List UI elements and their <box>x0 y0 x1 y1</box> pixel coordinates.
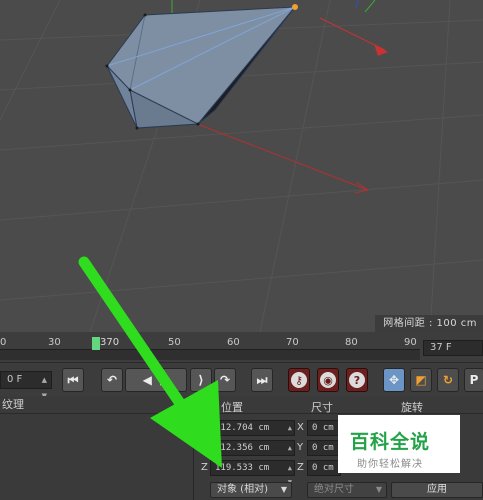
watermark: 百科全说 助你轻松解决 <box>338 415 460 473</box>
scale-tool-icon[interactable]: ◩ <box>410 368 432 392</box>
size-y-field[interactable]: 0 cm <box>307 440 341 456</box>
position-y-value: 112.356 cm <box>215 443 270 453</box>
position-y-field[interactable]: 112.356 cm ▲▼ <box>210 440 295 466</box>
p-tool-icon[interactable]: P <box>464 368 483 392</box>
size-mode-value: 绝对尺寸 <box>314 484 354 495</box>
transport-bar: 0 F ▲▼ ⏮ ↶ ◀ ▶ ⟩ ↷ ⏭ ⚷ ◉ ? ✥ ◩ ↻ P <box>0 362 483 400</box>
material-panel-title: 纹理 <box>0 396 193 414</box>
gizmo-z-axis <box>355 0 359 9</box>
timeline-ruler[interactable]: 0 30 50 60 70 80 90 370 <box>0 332 420 362</box>
previous-key-icon[interactable]: ↶ <box>101 368 123 392</box>
go-to-start-icon[interactable]: ⏮ <box>62 368 84 392</box>
keyframe-help-icon[interactable]: ? <box>346 368 368 392</box>
start-frame-field[interactable]: 0 F ▲▼ <box>0 371 52 400</box>
watermark-subtitle: 助你轻松解决 <box>357 459 423 470</box>
chevron-down-icon: ▼ <box>375 485 382 494</box>
start-frame-value: 0 F <box>7 374 23 385</box>
axis-label: Z <box>201 462 208 473</box>
position-header: 位置 <box>221 401 243 414</box>
grip-icon[interactable]: ▒ <box>201 399 208 409</box>
coordinate-mode-dropdown[interactable]: 对象 (相对) ▼ <box>210 482 292 498</box>
play-backward-forward-group[interactable]: ◀ ▶ <box>125 368 187 392</box>
gizmo-x-arrow[interactable] <box>374 44 388 56</box>
playhead-marker[interactable] <box>92 337 100 350</box>
tick-label: 0 <box>0 337 7 348</box>
grid-spacing-readout: 网格间距 : 100 cm <box>375 315 483 332</box>
rotation-header: 旋转 <box>401 401 423 414</box>
watermark-title: 百科全说 <box>350 431 431 453</box>
size-y-value: 0 cm <box>312 443 334 453</box>
polygon-object[interactable] <box>105 4 299 130</box>
tick-label: 70 <box>286 337 299 348</box>
position-z-field[interactable]: 119.533 cm ▲▼ <box>210 460 295 486</box>
timeline-track[interactable] <box>0 349 420 360</box>
material-panel: 纹理 <box>0 396 194 500</box>
chevron-down-icon: ▼ <box>280 485 287 494</box>
next-frame-icon[interactable]: ⟩ <box>190 368 212 392</box>
auto-key-icon[interactable]: ◉ <box>317 368 339 392</box>
go-to-end-icon[interactable]: ⏭ <box>251 368 273 392</box>
coordinates-header: ▒ 位置 尺寸 旋转 <box>195 396 483 414</box>
tick-label: 80 <box>345 337 358 348</box>
3d-viewport[interactable]: 网格间距 : 100 cm <box>0 0 483 332</box>
apply-button[interactable]: 应用 <box>391 482 483 498</box>
cinema4d-window: 网格间距 : 100 cm 0 30 50 60 70 80 90 370 37… <box>0 0 483 500</box>
tick-label: 30 <box>48 337 61 348</box>
current-frame-field[interactable]: 37 F <box>423 340 483 356</box>
move-tool-icon[interactable]: ✥ <box>383 368 405 392</box>
rotate-tool-icon[interactable]: ↻ <box>437 368 459 392</box>
size-z-value: 0 cm <box>312 463 334 473</box>
next-key-icon[interactable]: ↷ <box>214 368 236 392</box>
axis-label: Z <box>297 462 304 473</box>
coordinate-mode-value: 对象 (相对) <box>217 484 268 495</box>
size-header: 尺寸 <box>311 401 333 414</box>
viewport-canvas[interactable] <box>0 0 483 332</box>
current-frame-label: 370 <box>100 337 120 348</box>
play-backward-icon[interactable]: ◀ <box>143 373 152 387</box>
position-z-value: 119.533 cm <box>215 463 270 473</box>
record-key-icon[interactable]: ⚷ <box>288 368 310 392</box>
position-x-value: 112.704 cm <box>215 423 270 433</box>
tick-label: 60 <box>227 337 240 348</box>
timeline[interactable]: 0 30 50 60 70 80 90 370 37 F <box>0 332 483 362</box>
axis-label: Y <box>297 442 304 453</box>
selected-point[interactable] <box>292 4 298 10</box>
size-x-value: 0 cm <box>312 423 334 433</box>
size-z-field[interactable]: 0 cm <box>307 460 341 476</box>
x-axis-line <box>199 124 369 191</box>
size-mode-dropdown[interactable]: 绝对尺寸 ▼ <box>307 482 387 498</box>
tick-label: 90 <box>404 337 417 348</box>
position-x-field[interactable]: 112.704 cm ▲▼ <box>210 420 295 446</box>
axis-label: X <box>297 422 304 433</box>
tick-label: 50 <box>168 337 181 348</box>
play-forward-icon[interactable]: ▶ <box>160 373 169 387</box>
size-x-field[interactable]: 0 cm <box>307 420 341 436</box>
gizmo-y-axis-2 <box>364 0 376 13</box>
